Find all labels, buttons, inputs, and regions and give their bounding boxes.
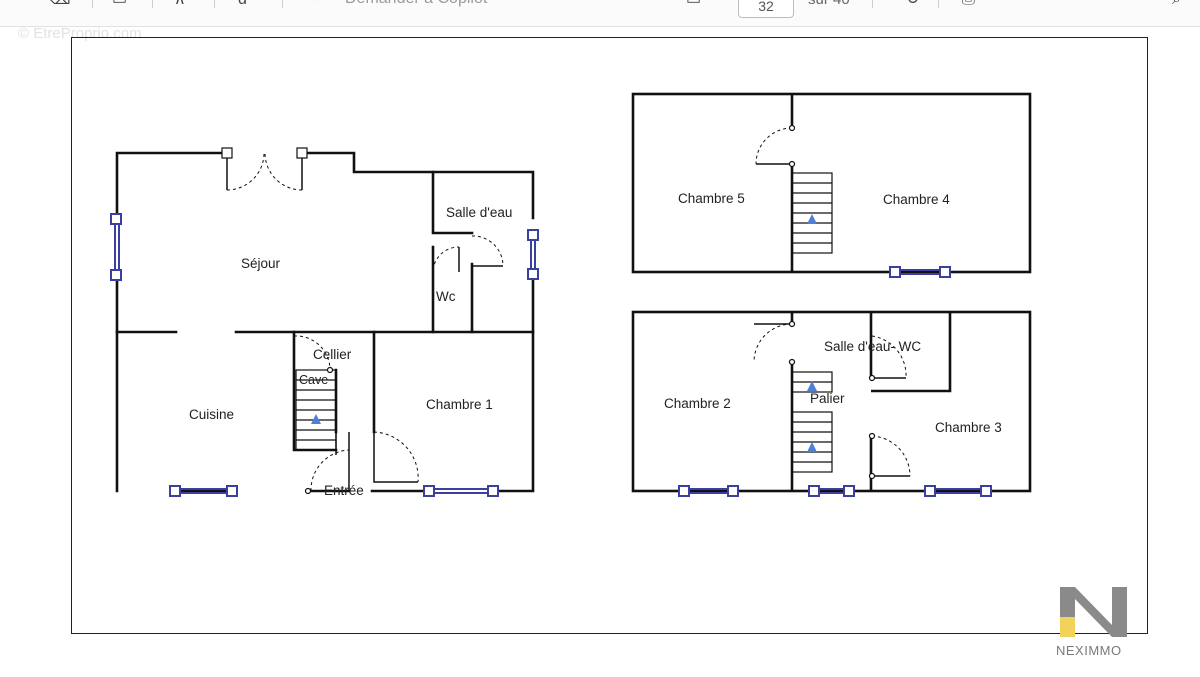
room-label-chambre-4: Chambre 4 (883, 192, 950, 207)
room-label-salle-eau: Salle d'eau (446, 205, 513, 220)
room-label-chambre-2: Chambre 2 (664, 396, 731, 411)
room-label-cuisine: Cuisine (189, 407, 235, 422)
floor-plan-drawing (110, 92, 1127, 637)
room-label-wc: Wc (436, 289, 456, 304)
room-label-entree: Entrée (324, 483, 364, 498)
room-label-palier: Palier (810, 391, 845, 406)
room-label-chambre-3: Chambre 3 (935, 420, 1002, 435)
room-label-chambre-1: Chambre 1 (426, 397, 493, 412)
stair-etage2 (791, 172, 833, 254)
room-label-sejour: Séjour (241, 256, 281, 271)
neximmo-logo-text: NEXIMMO (1056, 643, 1122, 658)
room-label-salle-eau-wc: Salle d'eau- WC (824, 339, 922, 354)
room-label-chambre-5: Chambre 5 (678, 191, 745, 206)
room-label-cave: Cave (299, 373, 329, 387)
room-label-cellier: Cellier (313, 347, 352, 362)
neximmo-logo-mark (1060, 587, 1127, 637)
